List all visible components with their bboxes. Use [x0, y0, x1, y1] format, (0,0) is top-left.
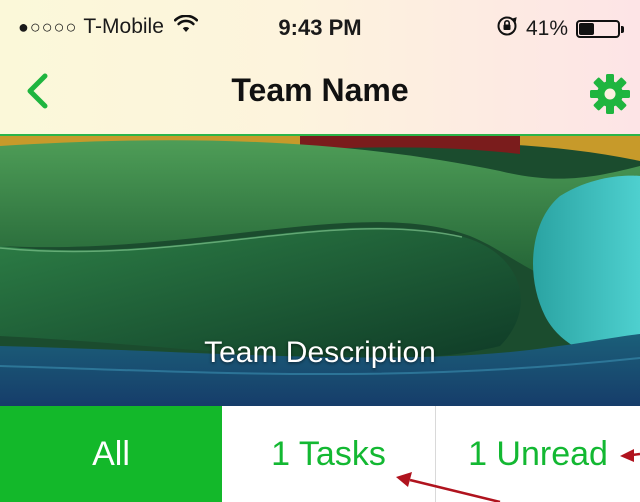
team-banner: Team Description: [0, 136, 640, 406]
page-title: Team Name: [231, 72, 409, 108]
signal-strength: ●○○○○: [18, 16, 78, 37]
battery-icon: [576, 20, 624, 38]
status-bar-right: 41%: [496, 15, 624, 43]
chevron-left-icon: [27, 73, 48, 109]
navigation-bar: Team Name: [0, 56, 640, 136]
back-button[interactable]: [18, 70, 62, 114]
status-bar: ●○○○○ T-Mobile 9:43 PM 41%: [0, 0, 640, 56]
status-bar-left: ●○○○○ T-Mobile: [18, 14, 199, 39]
team-description: Team Description: [204, 336, 436, 369]
battery-level-fill: [579, 23, 594, 35]
segmented-control: All 1 Tasks 1 Unread: [0, 406, 640, 502]
segment-unread[interactable]: 1 Unread: [436, 406, 640, 502]
segment-tasks[interactable]: 1 Tasks: [222, 406, 436, 502]
carrier-name: T-Mobile: [83, 15, 164, 38]
segment-all[interactable]: All: [0, 406, 222, 502]
battery-percent: 41%: [525, 17, 568, 40]
top-bar: ●○○○○ T-Mobile 9:43 PM 41% Team Name: [0, 0, 640, 136]
rotation-lock-icon: [496, 15, 518, 43]
wifi-icon: [173, 14, 199, 39]
settings-button[interactable]: [588, 72, 632, 116]
gear-icon: [590, 74, 630, 114]
